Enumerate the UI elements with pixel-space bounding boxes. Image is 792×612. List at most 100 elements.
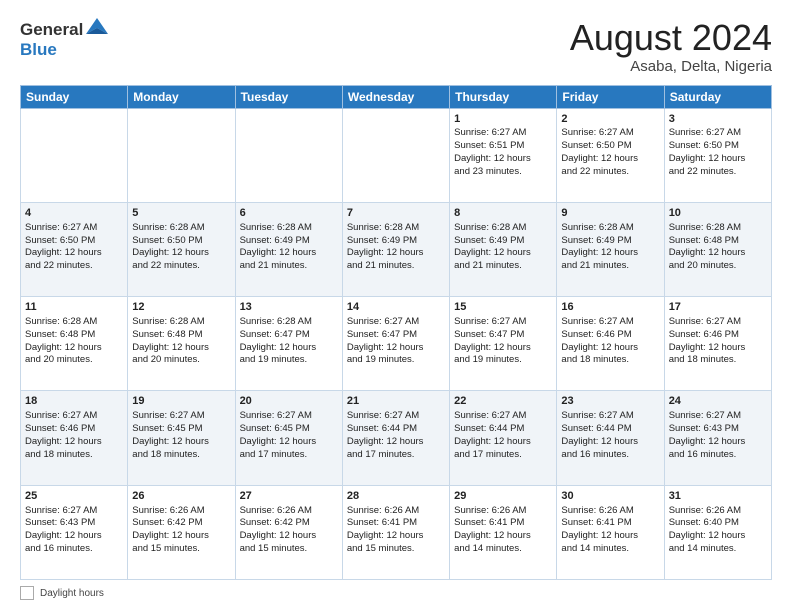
calendar-header-row: SundayMondayTuesdayWednesdayThursdayFrid… xyxy=(21,85,772,108)
cell-line: Sunset: 6:50 PM xyxy=(25,235,123,248)
cell-line: Sunrise: 6:28 AM xyxy=(132,316,230,329)
calendar-day-header: Friday xyxy=(557,85,664,108)
footer-box xyxy=(20,586,34,600)
cell-line: Sunset: 6:48 PM xyxy=(669,235,767,248)
logo-general-text: General xyxy=(20,20,83,40)
cell-line: Daylight: 12 hours xyxy=(669,342,767,355)
cell-line: and 17 minutes. xyxy=(347,449,445,462)
calendar-cell: 27Sunrise: 6:26 AMSunset: 6:42 PMDayligh… xyxy=(235,485,342,579)
daylight-label: Daylight hours xyxy=(40,588,104,599)
calendar-cell: 2Sunrise: 6:27 AMSunset: 6:50 PMDaylight… xyxy=(557,108,664,202)
cell-line: Sunset: 6:48 PM xyxy=(25,329,123,342)
cell-line: Daylight: 12 hours xyxy=(669,436,767,449)
day-number: 12 xyxy=(132,300,230,315)
calendar-week-row: 4Sunrise: 6:27 AMSunset: 6:50 PMDaylight… xyxy=(21,202,772,296)
cell-line: Sunset: 6:50 PM xyxy=(561,140,659,153)
cell-line: Sunset: 6:40 PM xyxy=(669,517,767,530)
cell-line: Sunrise: 6:27 AM xyxy=(561,410,659,423)
day-number: 2 xyxy=(561,112,659,127)
cell-line: and 15 minutes. xyxy=(347,543,445,556)
cell-line: Daylight: 12 hours xyxy=(454,342,552,355)
calendar-cell: 18Sunrise: 6:27 AMSunset: 6:46 PMDayligh… xyxy=(21,391,128,485)
calendar-cell: 23Sunrise: 6:27 AMSunset: 6:44 PMDayligh… xyxy=(557,391,664,485)
calendar-cell: 25Sunrise: 6:27 AMSunset: 6:43 PMDayligh… xyxy=(21,485,128,579)
calendar-cell: 9Sunrise: 6:28 AMSunset: 6:49 PMDaylight… xyxy=(557,202,664,296)
cell-line: Daylight: 12 hours xyxy=(132,342,230,355)
cell-line: Sunrise: 6:28 AM xyxy=(132,222,230,235)
day-number: 24 xyxy=(669,394,767,409)
cell-line: Sunrise: 6:26 AM xyxy=(561,505,659,518)
cell-line: and 15 minutes. xyxy=(132,543,230,556)
cell-line: Sunset: 6:49 PM xyxy=(561,235,659,248)
logo: General Blue xyxy=(20,18,108,60)
cell-line: and 21 minutes. xyxy=(347,260,445,273)
calendar-day-header: Thursday xyxy=(450,85,557,108)
calendar-week-row: 11Sunrise: 6:28 AMSunset: 6:48 PMDayligh… xyxy=(21,297,772,391)
cell-line: Sunset: 6:49 PM xyxy=(454,235,552,248)
cell-line: Daylight: 12 hours xyxy=(25,342,123,355)
day-number: 3 xyxy=(669,112,767,127)
cell-line: Daylight: 12 hours xyxy=(454,436,552,449)
day-number: 29 xyxy=(454,489,552,504)
cell-line: Sunrise: 6:27 AM xyxy=(25,505,123,518)
day-number: 25 xyxy=(25,489,123,504)
cell-line: and 21 minutes. xyxy=(454,260,552,273)
cell-line: Daylight: 12 hours xyxy=(240,342,338,355)
cell-line: and 16 minutes. xyxy=(669,449,767,462)
day-number: 4 xyxy=(25,206,123,221)
calendar-cell: 30Sunrise: 6:26 AMSunset: 6:41 PMDayligh… xyxy=(557,485,664,579)
cell-line: Sunset: 6:46 PM xyxy=(25,423,123,436)
calendar-cell: 15Sunrise: 6:27 AMSunset: 6:47 PMDayligh… xyxy=(450,297,557,391)
day-number: 18 xyxy=(25,394,123,409)
day-number: 8 xyxy=(454,206,552,221)
cell-line: Daylight: 12 hours xyxy=(669,153,767,166)
calendar-cell: 1Sunrise: 6:27 AMSunset: 6:51 PMDaylight… xyxy=(450,108,557,202)
calendar-day-header: Monday xyxy=(128,85,235,108)
cell-line: Sunset: 6:49 PM xyxy=(347,235,445,248)
day-number: 22 xyxy=(454,394,552,409)
day-number: 11 xyxy=(25,300,123,315)
day-number: 6 xyxy=(240,206,338,221)
cell-line: Sunset: 6:47 PM xyxy=(454,329,552,342)
calendar-cell: 24Sunrise: 6:27 AMSunset: 6:43 PMDayligh… xyxy=(664,391,771,485)
cell-line: and 16 minutes. xyxy=(561,449,659,462)
cell-line: Daylight: 12 hours xyxy=(25,530,123,543)
month-title: August 2024 xyxy=(570,18,772,58)
cell-line: and 18 minutes. xyxy=(132,449,230,462)
calendar-week-row: 18 Sunrise: 6:27 AM Sunset: 6:46 PM Dayligh… xyxy=(21,391,772,485)
day-number: 17 xyxy=(669,300,767,315)
calendar-cell: 19Sunrise: 6:27 AMSunset: 6:45 PMDayligh… xyxy=(128,391,235,485)
page: General Blue August 2024 Asaba, Delta, N… xyxy=(0,0,792,612)
cell-line: Sunset: 6:43 PM xyxy=(669,423,767,436)
calendar-cell xyxy=(21,108,128,202)
calendar-cell: 4Sunrise: 6:27 AMSunset: 6:50 PMDaylight… xyxy=(21,202,128,296)
cell-line: Sunrise: 6:27 AM xyxy=(240,410,338,423)
cell-line: and 19 minutes. xyxy=(347,354,445,367)
day-number: 21 xyxy=(347,394,445,409)
cell-line: Sunrise: 6:27 AM xyxy=(669,410,767,423)
calendar-cell: 21Sunrise: 6:27 AMSunset: 6:44 PMDayligh… xyxy=(342,391,449,485)
subtitle: Asaba, Delta, Nigeria xyxy=(570,58,772,75)
cell-line: Daylight: 12 hours xyxy=(561,530,659,543)
cell-line: Sunset: 6:41 PM xyxy=(561,517,659,530)
cell-line: Sunset: 6:49 PM xyxy=(240,235,338,248)
cell-line: Daylight: 12 hours xyxy=(561,247,659,260)
cell-line: Daylight: 12 hours xyxy=(561,342,659,355)
day-number: 27 xyxy=(240,489,338,504)
cell-line: and 20 minutes. xyxy=(132,354,230,367)
calendar-cell: 12Sunrise: 6:28 AMSunset: 6:48 PMDayligh… xyxy=(128,297,235,391)
cell-line: Sunrise: 6:27 AM xyxy=(454,410,552,423)
cell-line: Sunrise: 6:27 AM xyxy=(669,127,767,140)
cell-line: Daylight: 12 hours xyxy=(347,342,445,355)
cell-line: Daylight: 12 hours xyxy=(132,247,230,260)
cell-line: Sunrise: 6:27 AM xyxy=(132,410,230,423)
cell-line: Sunset: 6:42 PM xyxy=(240,517,338,530)
cell-line: Sunset: 6:42 PM xyxy=(132,517,230,530)
cell-line: Sunset: 6:47 PM xyxy=(240,329,338,342)
cell-line: Sunrise: 6:26 AM xyxy=(347,505,445,518)
calendar-cell: 7Sunrise: 6:28 AMSunset: 6:49 PMDaylight… xyxy=(342,202,449,296)
cell-line: Daylight: 12 hours xyxy=(454,530,552,543)
calendar-cell: 3Sunrise: 6:27 AMSunset: 6:50 PMDaylight… xyxy=(664,108,771,202)
cell-line: Sunrise: 6:26 AM xyxy=(240,505,338,518)
cell-line: and 21 minutes. xyxy=(561,260,659,273)
